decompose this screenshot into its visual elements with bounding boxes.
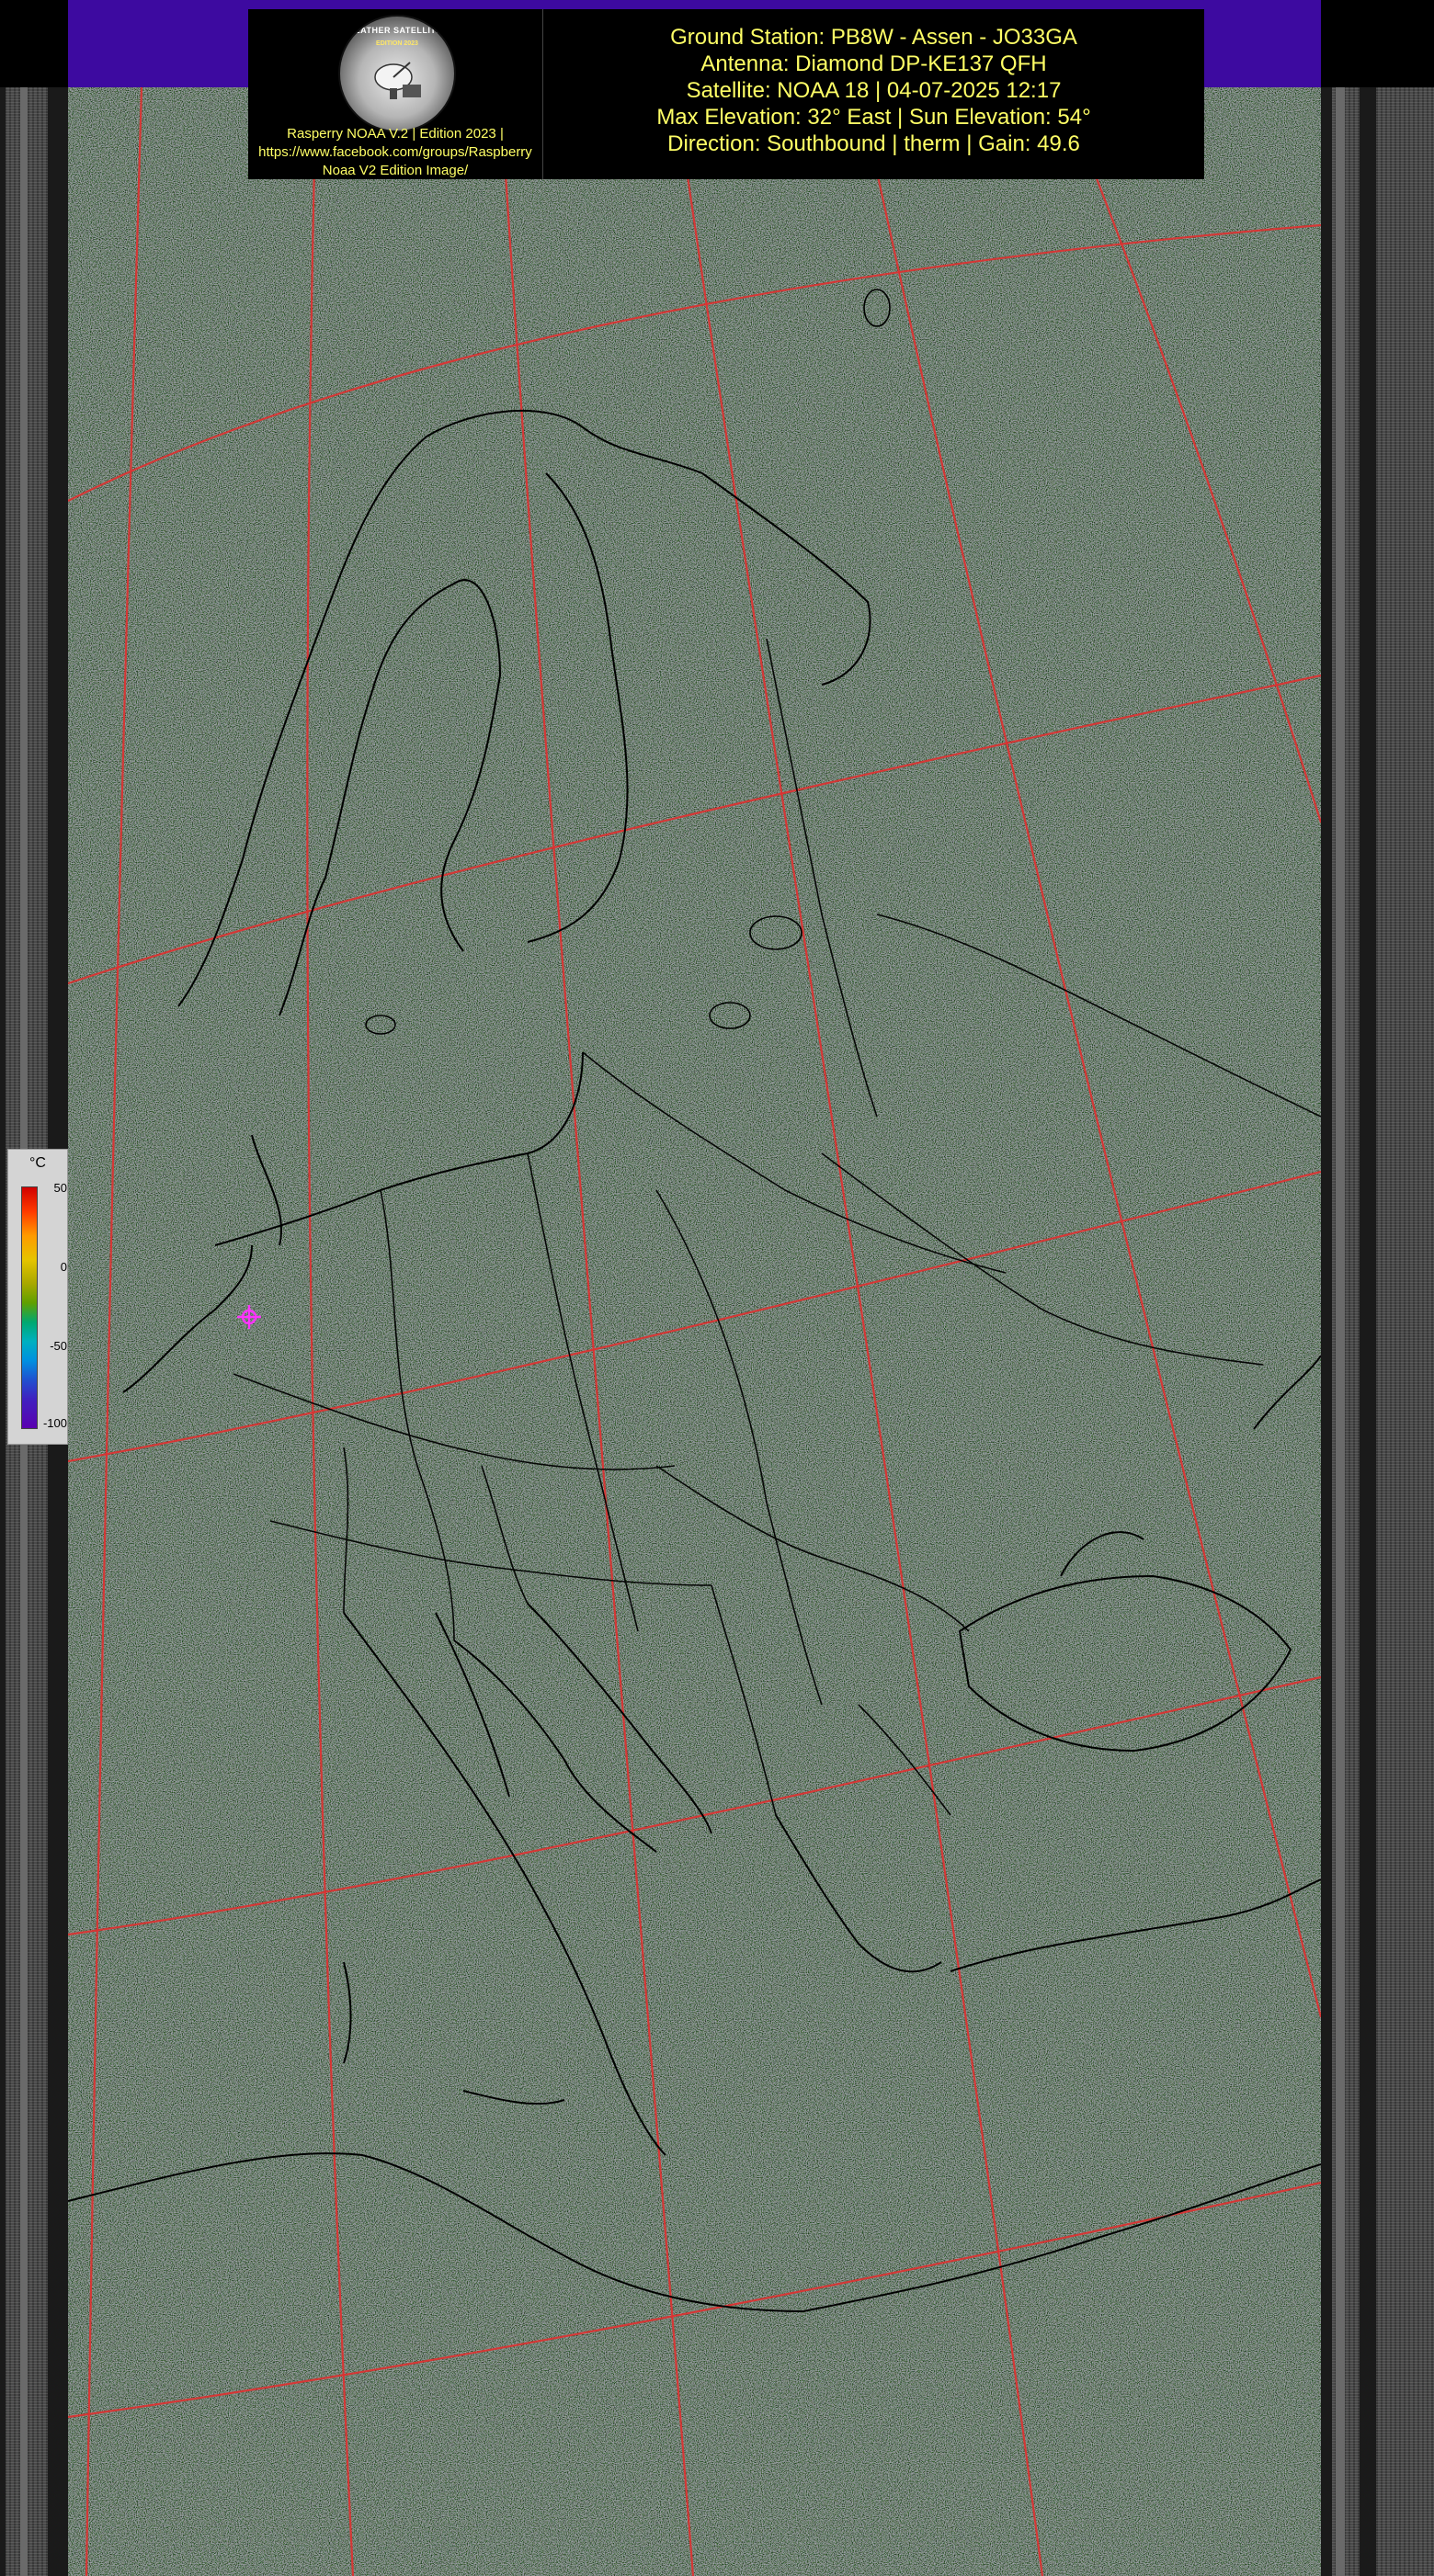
elevation-line: Max Elevation: 32° East | Sun Elevation:… xyxy=(656,105,1091,130)
logo-edition: EDITION 2023 xyxy=(376,40,418,47)
europe-map-svg xyxy=(68,87,1321,2576)
ground-station-line: Ground Station: PB8W - Assen - JO33GA xyxy=(670,25,1077,50)
noise-texture-warm xyxy=(68,87,1321,2576)
telemetry-strip-right xyxy=(1321,87,1434,2576)
dish-graphic xyxy=(374,62,421,99)
crosshair-icon xyxy=(237,1305,261,1329)
top-left-margin xyxy=(0,0,68,87)
satellite-dish-icon: WEATHER SATELLITES EDITION 2023 xyxy=(338,15,456,132)
antenna-line: Antenna: Diamond DP-KE137 QFH xyxy=(700,51,1047,76)
credit-line-3: Noaa V2 Edition Image/ xyxy=(322,163,469,178)
credit-line-2: https://www.facebook.com/groups/Raspberr… xyxy=(258,144,532,160)
header-panel: WEATHER SATELLITES EDITION 2023 Rasperry… xyxy=(248,9,1204,179)
satellite-line: Satellite: NOAA 18 | 04-07-2025 12:17 xyxy=(686,78,1062,103)
direction-line: Direction: Southbound | therm | Gain: 49… xyxy=(667,131,1080,156)
credit-line-1: Rasperry NOAA V.2 | Edition 2023 | xyxy=(287,126,504,142)
legend-label-50: 50 xyxy=(53,1181,67,1195)
legend-unit: °C xyxy=(29,1155,46,1171)
noaa-satellite-image: WEATHER SATELLITES EDITION 2023 Rasperry… xyxy=(0,0,1434,2576)
thermal-map xyxy=(68,87,1321,2576)
legend-label-minus-100: -100 xyxy=(42,1416,67,1430)
logo-ring-text: WEATHER SATELLITES xyxy=(346,26,449,35)
legend-color-bar xyxy=(21,1186,38,1429)
legend-label-minus-50: -50 xyxy=(50,1339,67,1353)
legend-label-0: 0 xyxy=(60,1260,67,1274)
top-right-margin xyxy=(1321,0,1434,87)
temperature-legend: °C 50 0 -50 -100 xyxy=(7,1149,68,1445)
